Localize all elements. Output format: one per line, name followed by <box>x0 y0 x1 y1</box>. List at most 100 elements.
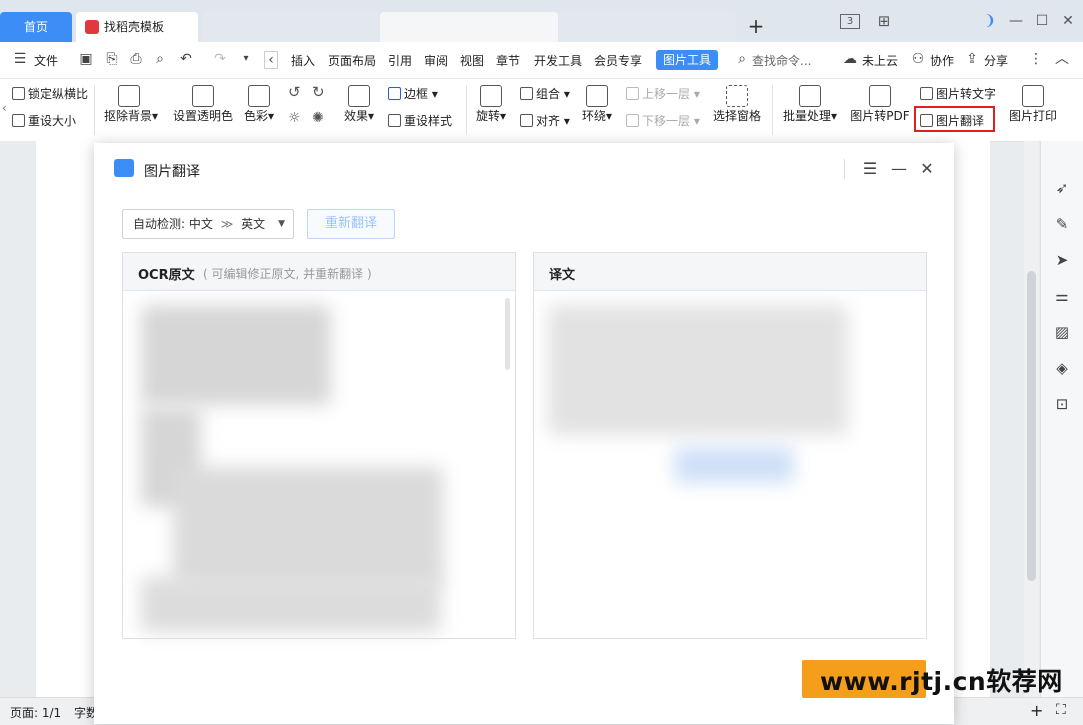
share-icon: ⇪ <box>966 51 978 67</box>
batch-process-button[interactable]: 批量处理▾ <box>782 85 838 124</box>
align-icon <box>520 114 533 127</box>
bring-forward-button[interactable]: 上移一层 ▾ <box>626 85 700 102</box>
image-to-pdf-button[interactable]: 图片转PDF <box>850 85 910 124</box>
menu-file[interactable]: 文件 <box>34 52 58 69</box>
maximize-button[interactable]: ☐ <box>1030 10 1054 32</box>
undo-icon[interactable]: ↶ <box>178 51 194 67</box>
color-button[interactable]: 色彩▾ <box>242 85 276 124</box>
ribbon-scroll-left-icon[interactable]: ‹ <box>2 101 7 115</box>
quick-access-dropdown-icon[interactable]: ▾ <box>238 51 254 67</box>
dialog-menu-icon[interactable]: ☰ <box>860 159 880 179</box>
effects-button[interactable]: 效果▾ <box>342 85 376 124</box>
zoom-in-icon[interactable]: + <box>1030 701 1043 720</box>
minimize-button[interactable]: — <box>1004 10 1028 32</box>
tab-template-label: 找稻壳模板 <box>104 20 165 34</box>
dialog-close-button[interactable]: ✕ <box>917 159 937 179</box>
rotate-button[interactable]: 旋转▾ <box>474 85 508 124</box>
menu-view[interactable]: 视图 <box>460 52 484 69</box>
menu-insert[interactable]: 插入 <box>291 52 315 69</box>
tab-document-3[interactable] <box>558 12 736 42</box>
location-icon[interactable]: ◈ <box>1053 359 1071 377</box>
color-label: 色彩 <box>243 109 268 123</box>
border-button[interactable]: 边框 ▾ <box>388 85 438 102</box>
image-to-text-button[interactable]: 图片转文字 <box>920 85 996 102</box>
ribbon-divider <box>466 85 467 135</box>
menu-page-layout[interactable]: 页面布局 <box>328 52 376 69</box>
align-button[interactable]: 对齐 ▾ <box>520 112 570 129</box>
tab-picture-tools[interactable]: 图片工具 <box>656 50 718 70</box>
menu-member[interactable]: 会员专享 <box>594 52 642 69</box>
translation-text-area[interactable] <box>544 297 914 633</box>
reset-style-icon <box>388 114 401 127</box>
tab-document-1[interactable] <box>203 12 383 42</box>
book-icon[interactable]: ⊡ <box>1053 395 1071 413</box>
redo-icon[interactable]: ↷ <box>212 51 228 67</box>
retranslate-button[interactable]: 重新翻译 <box>307 209 395 239</box>
dialog-minimize-button[interactable]: — <box>889 159 909 179</box>
pen-icon[interactable]: ✎ <box>1053 215 1071 233</box>
rotate-left-icon[interactable]: ↺ <box>288 83 301 101</box>
print-icon[interactable]: ⎙ <box>128 51 144 67</box>
reset-size-button[interactable]: 重设大小 <box>12 112 76 129</box>
close-window-button[interactable]: ✕ <box>1056 10 1080 32</box>
tab-home[interactable]: 首页 <box>0 12 72 42</box>
image-to-pdf-label: 图片转PDF <box>850 109 910 123</box>
vertical-scrollbar[interactable] <box>1024 141 1039 697</box>
remove-background-button[interactable]: 抠除背景▾ <box>104 85 158 124</box>
tab-document-active[interactable] <box>380 12 558 42</box>
bring-forward-icon <box>626 87 639 100</box>
tab-template-store[interactable]: 找稻壳模板 <box>76 12 198 42</box>
save-icon[interactable]: ▣ <box>78 51 94 67</box>
grid-view-icon[interactable]: ⊞ <box>872 10 896 32</box>
selection-pane-icon <box>726 85 748 107</box>
rocket-icon[interactable]: ➶ <box>1053 179 1071 197</box>
scroll-left-icon[interactable]: ‹ <box>264 51 278 69</box>
ocr-scrollbar[interactable] <box>505 298 510 370</box>
language-select[interactable]: 自动检测: 中文 ≫ 英文 ▼ <box>122 209 294 239</box>
collapse-ribbon-icon[interactable]: ︿ <box>1054 51 1070 67</box>
group-icon <box>520 87 533 100</box>
align-label: 对齐 <box>536 114 561 128</box>
cloud-status[interactable]: 未上云 <box>862 52 898 69</box>
more-options-icon[interactable]: ⋮ <box>1028 51 1044 67</box>
new-tab-button[interactable]: + <box>744 14 768 38</box>
brightness-down-icon[interactable]: ✺ <box>312 110 324 126</box>
ribbon-divider <box>772 85 773 135</box>
ocr-text-area[interactable] <box>133 297 503 633</box>
hamburger-menu-icon[interactable]: ☰ <box>12 51 28 67</box>
brightness-up-icon[interactable]: ☼ <box>288 110 301 126</box>
batch-process-label: 批量处理 <box>782 109 831 123</box>
export-icon[interactable]: ⎘ <box>104 51 120 67</box>
search-icon: ⌕ <box>738 51 746 67</box>
set-transparent-button[interactable]: 设置透明色 <box>172 85 234 124</box>
command-search-input[interactable]: 查找命令... <box>752 52 811 69</box>
collaborate-button[interactable]: 协作 <box>930 52 954 69</box>
wrap-button[interactable]: 环绕▾ <box>580 85 614 124</box>
page-indicator[interactable]: 页面: 1/1 <box>10 704 61 721</box>
group-button[interactable]: 组合 ▾ <box>520 85 570 102</box>
menu-developer[interactable]: 开发工具 <box>534 52 582 69</box>
reset-style-button[interactable]: 重设样式 <box>388 112 452 129</box>
image-print-button[interactable]: 图片打印 <box>1008 85 1058 124</box>
print-preview-icon[interactable]: ⌕ <box>152 51 168 67</box>
page-count-icon[interactable]: 3 <box>840 14 860 29</box>
send-backward-button[interactable]: 下移一层 ▾ <box>626 112 700 129</box>
image-translate-dialog: 图片翻译 ☰ — ✕ 自动检测: 中文 ≫ 英文 ▼ 重新翻译 OCR原文 ( … <box>94 143 954 724</box>
blurred-text <box>674 447 794 483</box>
fullscreen-icon[interactable]: ⛶ <box>1056 702 1066 718</box>
profile-icon[interactable]: ❩ <box>978 10 1002 32</box>
scrollbar-thumb[interactable] <box>1027 271 1036 581</box>
share-button[interactable]: 分享 <box>984 52 1008 69</box>
selection-pane-button[interactable]: 选择窗格 <box>712 85 762 124</box>
menu-chapter[interactable]: 章节 <box>496 52 520 69</box>
menu-references[interactable]: 引用 <box>388 52 412 69</box>
language-arrow-icon: ≫ <box>220 217 234 231</box>
sliders-icon[interactable]: ⚌ <box>1053 287 1071 305</box>
rotate-right-icon[interactable]: ↻ <box>312 83 325 101</box>
cursor-icon[interactable]: ➤ <box>1053 251 1071 269</box>
menu-review[interactable]: 审阅 <box>424 52 448 69</box>
tab-bar: 首页 找稻壳模板 + 3 ⊞ ❩ — ☐ ✕ <box>0 0 1083 42</box>
lock-aspect-ratio-checkbox[interactable]: 锁定纵横比 <box>12 85 88 102</box>
image-settings-icon[interactable]: ▨ <box>1053 323 1071 341</box>
collaborate-icon: ⚇ <box>911 51 925 67</box>
